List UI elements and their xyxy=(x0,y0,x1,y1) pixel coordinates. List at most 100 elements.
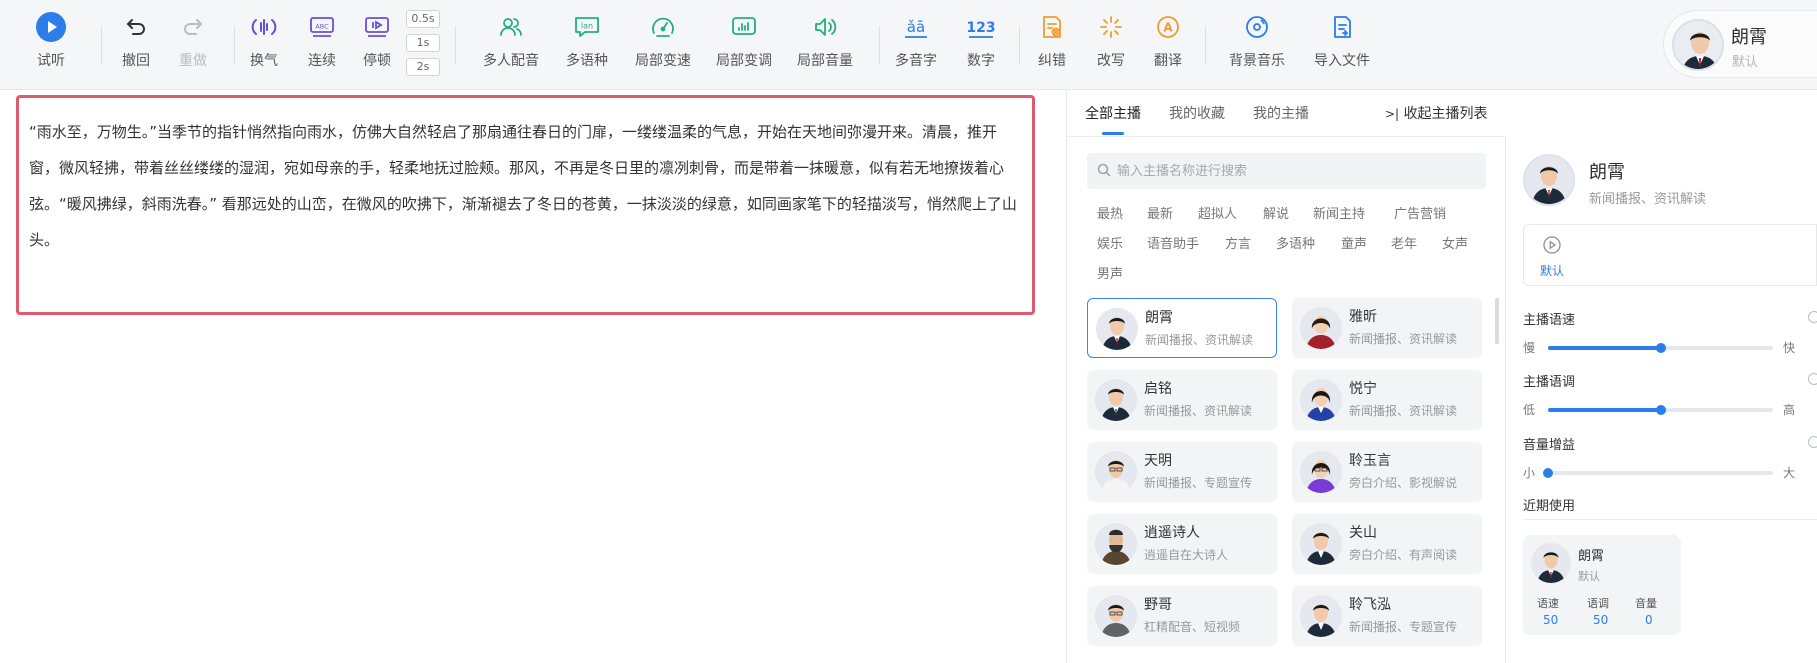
toolbar-divider xyxy=(234,26,235,64)
voice-avatar xyxy=(1300,595,1342,637)
voice-card[interactable]: 逍遥诗人 逍遥自在大诗人 xyxy=(1087,514,1277,574)
tag-child[interactable]: 童声 xyxy=(1341,233,1367,252)
translate-label: 翻译 xyxy=(1154,53,1182,69)
local-speed-button[interactable]: 局部变速 xyxy=(635,12,691,70)
tag-commentary[interactable]: 解说 xyxy=(1263,203,1289,222)
bgm-button[interactable]: 背景音乐 xyxy=(1229,12,1285,70)
voice-card[interactable]: 聆飞泓 新闻播报、专题宣传 xyxy=(1292,586,1482,646)
local-pitch-button[interactable]: 局部变调 xyxy=(716,12,772,70)
local-speed-label: 局部变速 xyxy=(635,53,691,69)
multi-lang-button[interactable]: lan 多语种 xyxy=(566,12,608,70)
recent-voice-card[interactable]: 朗霄 默认 语速 50 语调 50 音量 0 xyxy=(1523,535,1681,635)
voice-avatar xyxy=(1095,379,1137,421)
redo-button[interactable]: 重做 xyxy=(178,12,208,70)
svg-text:A: A xyxy=(1163,21,1173,35)
tag-hot[interactable]: 最热 xyxy=(1097,203,1123,222)
voice-card[interactable]: 野哥 杠精配音、短视频 xyxy=(1087,586,1277,646)
multi-role-button[interactable]: 多人配音 xyxy=(483,12,539,70)
pause-icon xyxy=(362,12,392,42)
tag-new[interactable]: 最新 xyxy=(1147,203,1173,222)
toolbar-divider xyxy=(455,26,456,64)
text-editor[interactable]: “雨水至，万物生。”当季节的指针悄然指向雨水，仿佛大自然轻启了那扇通往春日的门扉… xyxy=(16,95,1035,315)
polyphone-icon: ǎā xyxy=(901,12,931,42)
import-file-button[interactable]: 导入文件 xyxy=(1314,12,1370,70)
recent-speed-value: 50 xyxy=(1543,613,1559,627)
pitch-reset-icon[interactable] xyxy=(1808,373,1817,385)
collapse-voice-list-button[interactable]: >| 收起主播列表 xyxy=(1385,103,1488,123)
style-default-option[interactable]: 默认 xyxy=(1540,236,1564,279)
voice-name: 天明 xyxy=(1144,453,1172,469)
translate-button[interactable]: A 翻译 xyxy=(1153,12,1183,70)
voice-card[interactable]: 聆玉言 旁白介绍、影视解说 xyxy=(1292,442,1482,502)
user-profile[interactable]: 朗霄 默认 xyxy=(1663,10,1817,78)
tag-male[interactable]: 男声 xyxy=(1097,263,1123,282)
pitch-low-label: 低 xyxy=(1523,403,1536,417)
tab-all-voices[interactable]: 全部主播 xyxy=(1085,103,1141,123)
voice-card[interactable]: 启铭 新闻播报、资讯解读 xyxy=(1087,370,1277,430)
multi-role-icon xyxy=(496,12,526,42)
voice-desc: 新闻播报、专题宣传 xyxy=(1144,476,1253,490)
tag-elderly[interactable]: 老年 xyxy=(1391,233,1417,252)
voice-avatar xyxy=(1095,451,1137,493)
continuous-button[interactable]: ABC 连续 xyxy=(307,12,337,70)
voice-card[interactable]: 朗霄 新闻播报、资讯解读 xyxy=(1087,298,1277,358)
search-input[interactable] xyxy=(1117,163,1457,179)
redo-label: 重做 xyxy=(179,53,207,69)
pause-duration-1s[interactable]: 1s xyxy=(406,34,440,52)
correct-button[interactable]: 纠错 xyxy=(1037,12,1067,70)
voice-card[interactable]: 关山 旁白介绍、有声阅读 xyxy=(1292,514,1482,574)
pause-duration-0-5s[interactable]: 0.5s xyxy=(406,10,440,28)
rewrite-label: 改写 xyxy=(1097,53,1125,69)
local-volume-button[interactable]: 局部音量 xyxy=(797,12,853,70)
rewrite-button[interactable]: 改写 xyxy=(1096,12,1126,70)
gain-reset-icon[interactable] xyxy=(1808,436,1817,448)
undo-button[interactable]: 撤回 xyxy=(121,12,151,70)
tab-my-voices[interactable]: 我的主播 xyxy=(1253,103,1309,123)
redo-icon xyxy=(178,12,208,42)
tag-female[interactable]: 女声 xyxy=(1442,233,1468,252)
tag-multi-language[interactable]: 多语种 xyxy=(1276,233,1315,252)
recent-pitch-value: 50 xyxy=(1593,613,1609,627)
recent-voice-style: 默认 xyxy=(1578,570,1600,583)
tag-entertainment[interactable]: 娱乐 xyxy=(1097,233,1123,252)
polyphone-label: 多音字 xyxy=(895,53,937,69)
pause-button[interactable]: 停顿 xyxy=(362,12,392,70)
panel-divider xyxy=(1066,90,1067,663)
pitch-slider-handle[interactable] xyxy=(1655,405,1666,415)
voice-card[interactable]: 天明 新闻播报、专题宣传 xyxy=(1087,442,1277,502)
breath-label: 换气 xyxy=(250,53,278,69)
voice-search[interactable] xyxy=(1087,153,1486,189)
pitch-high-label: 高 xyxy=(1783,403,1796,417)
speed-slider[interactable] xyxy=(1548,343,1773,353)
speed-slider-handle[interactable] xyxy=(1655,343,1666,353)
voice-avatar xyxy=(1096,308,1138,350)
svg-text:123: 123 xyxy=(966,20,995,36)
speed-reset-icon[interactable] xyxy=(1808,311,1817,323)
multi-role-label: 多人配音 xyxy=(483,53,539,69)
voice-desc: 新闻播报、资讯解读 xyxy=(1144,404,1253,418)
voice-list-scrollbar[interactable] xyxy=(1495,298,1499,344)
polyphone-button[interactable]: ǎā 多音字 xyxy=(895,12,937,70)
tab-favorites[interactable]: 我的收藏 xyxy=(1169,103,1225,123)
number-button[interactable]: 123 数字 xyxy=(966,12,996,70)
voice-desc: 逍遥自在大诗人 xyxy=(1144,548,1229,562)
breath-button[interactable]: 换气 xyxy=(249,12,279,70)
gain-slider[interactable] xyxy=(1543,468,1773,478)
speed-title: 主播语速 xyxy=(1523,313,1576,328)
voice-card[interactable]: 悦宁 新闻播报、资讯解读 xyxy=(1292,370,1482,430)
pause-duration-2s[interactable]: 2s xyxy=(406,58,440,76)
tag-advertising[interactable]: 广告营销 xyxy=(1394,203,1446,222)
tag-news-host[interactable]: 新闻主持 xyxy=(1313,203,1365,222)
voice-card[interactable]: 雅昕 新闻播报、资讯解读 xyxy=(1292,298,1482,358)
pitch-slider[interactable] xyxy=(1548,405,1773,415)
tag-voice-assistant[interactable]: 语音助手 xyxy=(1147,233,1199,252)
tag-dialect[interactable]: 方言 xyxy=(1225,233,1251,252)
gain-slider-handle[interactable] xyxy=(1543,468,1553,478)
tag-hyper-real[interactable]: 超拟人 xyxy=(1198,203,1237,222)
play-button[interactable]: 试听 xyxy=(36,12,66,70)
local-pitch-label: 局部变调 xyxy=(716,53,772,69)
recent-pitch-label: 语调 xyxy=(1587,597,1609,610)
breath-icon xyxy=(249,12,279,42)
voice-name: 朗霄 xyxy=(1145,310,1173,326)
voice-desc: 旁白介绍、有声阅读 xyxy=(1349,548,1458,562)
